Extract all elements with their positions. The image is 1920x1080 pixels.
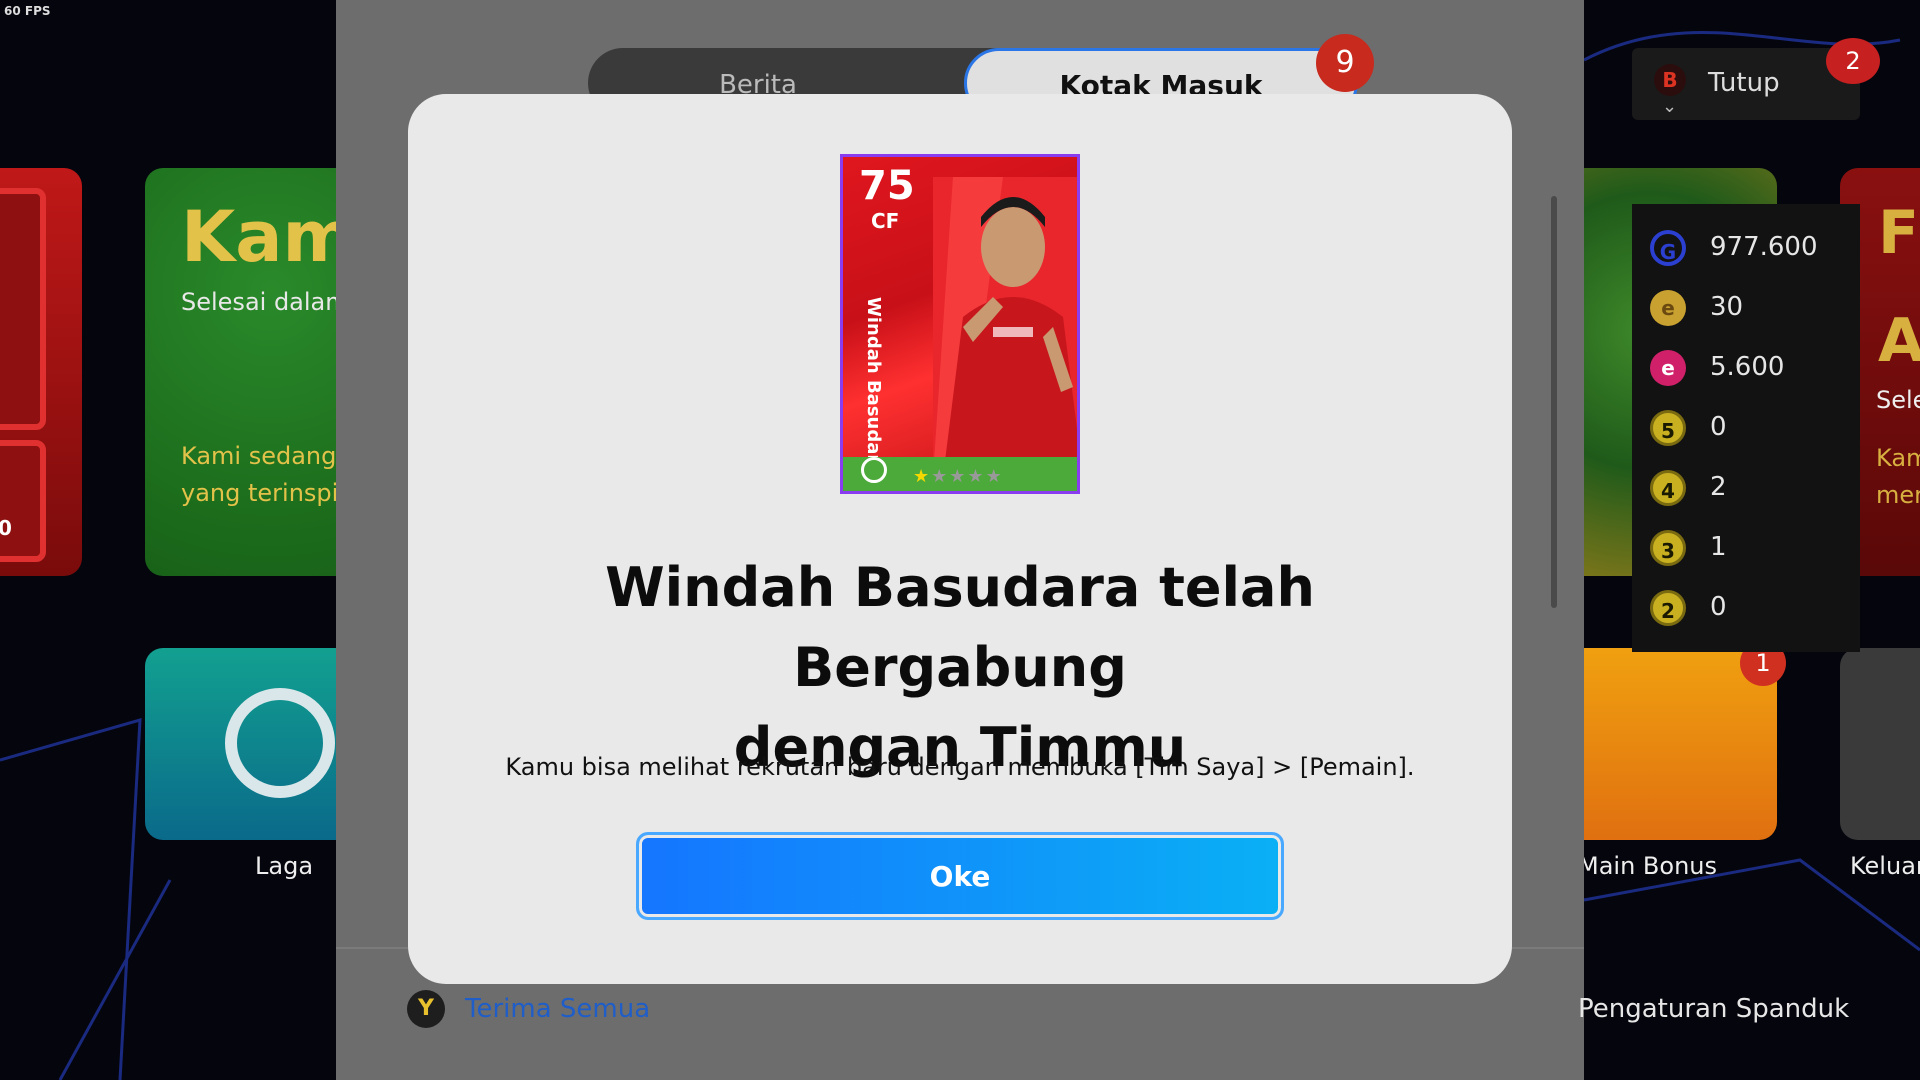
currency-value: 977.600 [1710, 232, 1818, 262]
player-card-name: Windah Basudara [863, 297, 884, 476]
gp-coin-icon: G [1650, 230, 1686, 266]
tile-left-red-number: 0 [0, 516, 12, 540]
star-empty-icon: ★ [967, 466, 986, 487]
star-empty-icon: ★ [985, 466, 1004, 487]
currency-value: 1 [1710, 532, 1727, 562]
tile-campaign-body: Kami sedang yang terinspi [181, 438, 338, 512]
tutup-badge: 2 [1826, 38, 1880, 84]
efootball-logo-icon [861, 457, 887, 483]
efootball-coin-icon: e [1650, 290, 1686, 326]
tile-keluar-label: Keluar [1850, 852, 1920, 880]
ticket-5-icon: 5 [1650, 410, 1686, 446]
tile-campaign-body-line2: yang terinspi [181, 479, 339, 507]
tile-campaign-body-line1: Kami sedang [181, 442, 337, 470]
tile-laga-label: Laga [255, 852, 314, 880]
tile-left-red[interactable]: 0 [0, 168, 82, 576]
star-empty-icon: ★ [931, 466, 950, 487]
ok-button-label: Oke [929, 859, 991, 893]
modal-title: Windah Basudara telah Bergabung dengan T… [460, 548, 1460, 788]
player-position: CF [871, 209, 900, 233]
efootball-points-icon: e [1650, 350, 1686, 386]
banner-settings-button[interactable]: Pengaturan Spanduk [1578, 994, 1849, 1024]
accept-all-button[interactable]: Terima Semua [465, 994, 650, 1024]
player-stars: ★★★★★ [913, 466, 1004, 487]
currency-value: 0 [1710, 592, 1727, 622]
tile-left-red-frame-bottom [0, 440, 46, 562]
tile-right-red-body-line1: Kam [1876, 444, 1920, 472]
currency-value: 2 [1710, 472, 1727, 502]
tile-left-red-frame-top [0, 188, 46, 430]
fps-counter: 60 FPS [4, 4, 51, 18]
ticket-4-icon: 4 [1650, 470, 1686, 506]
inbox-scrollbar[interactable] [1551, 196, 1557, 608]
player-rating: 75 [859, 163, 915, 209]
ticket-2-icon: 2 [1650, 590, 1686, 626]
tile-right-red-body: Kam mer [1876, 440, 1920, 514]
star-empty-icon: ★ [949, 466, 968, 487]
tile-right-red-subtitle: Sele [1876, 386, 1920, 414]
chevron-down-icon: ⌄ [1662, 96, 1678, 117]
tutup-label: Tutup [1708, 68, 1780, 98]
tile-campaign-subtitle: Selesai dalam [181, 288, 349, 316]
tile-keluar[interactable] [1840, 648, 1920, 840]
tile-right-red-title-line2: A [1878, 306, 1920, 376]
currency-panel: G 977.600 e 30 e 5.600 5 0 4 2 3 1 2 0 [1632, 204, 1860, 652]
currency-value: 0 [1710, 412, 1727, 442]
tile-main-bonus-label: Main Bonus [1578, 852, 1717, 880]
currency-value: 30 [1710, 292, 1744, 322]
ticket-3-icon: 3 [1650, 530, 1686, 566]
y-button-icon: Y [407, 990, 445, 1028]
inbox-count-badge: 9 [1316, 34, 1374, 92]
player-portrait-image [933, 177, 1077, 477]
tile-right-red-body-line2: mer [1876, 481, 1920, 509]
star-filled-icon: ★ [913, 466, 932, 487]
b-button-icon: B [1654, 64, 1686, 96]
ok-button[interactable]: Oke [636, 832, 1284, 920]
soccer-ball-icon [225, 688, 335, 798]
modal-title-line1: Windah Basudara telah Bergabung [605, 556, 1315, 699]
player-card: 75 CF Windah Basudara ★★★★★ [840, 154, 1080, 494]
modal-subtitle: Kamu bisa melihat rekrutan baru dengan m… [505, 753, 1415, 781]
currency-value: 5.600 [1710, 352, 1785, 382]
tile-right-red-title-line1: F [1878, 198, 1919, 268]
